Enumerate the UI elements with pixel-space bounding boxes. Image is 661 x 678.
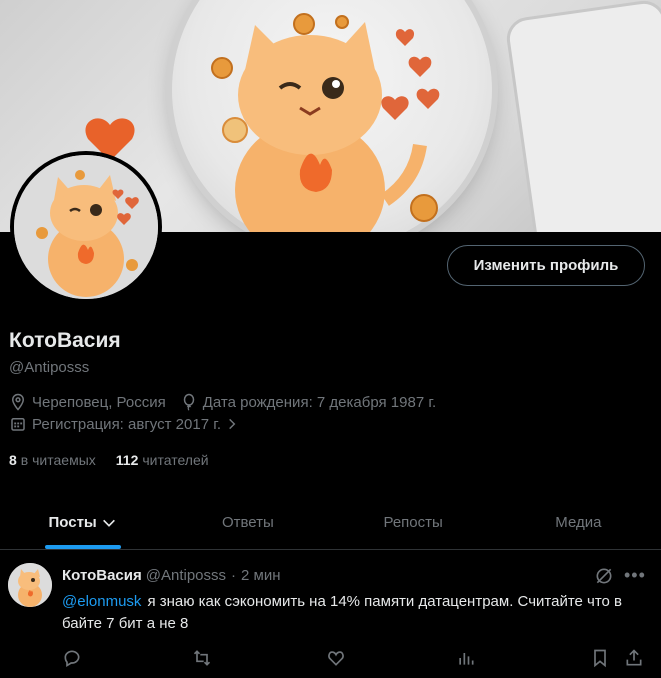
location-pin-icon [11, 393, 25, 411]
profile-location-text: Череповец, Россия [32, 393, 166, 411]
follow-stats: 8в читаемых 112 читателей [9, 452, 229, 468]
profile-handle: @Antiposss [9, 359, 90, 376]
post-item[interactable]: КотоВасия @Antiposss · 2 мин ••• @elonmu… [0, 551, 661, 678]
following-label: в читаемых [20, 452, 96, 468]
more-icon[interactable]: ••• [624, 565, 646, 586]
active-tab-indicator [44, 545, 121, 549]
post-avatar-image [8, 563, 52, 607]
post-text: я знаю как сэкономить на 14% памяти дата… [62, 593, 623, 632]
post-author-handle[interactable]: @Antiposss [146, 567, 226, 584]
profile-display-name: КотоВасия [9, 329, 121, 352]
profile-birthday: Дата рождения: 7 декабря 1987 г. [180, 393, 436, 411]
followers-link[interactable]: 112 читателей [116, 452, 209, 468]
grok-icon[interactable] [594, 566, 614, 586]
tab-media[interactable]: Медиа [496, 496, 661, 549]
post-separator: · [231, 567, 237, 584]
tab-replies[interactable]: Ответы [165, 496, 330, 549]
views-icon[interactable] [456, 648, 476, 668]
tab-reposts[interactable]: Репосты [331, 496, 496, 549]
calendar-icon [11, 418, 25, 431]
chevron-right-icon [229, 418, 236, 430]
tab-posts-label: Посты [48, 514, 97, 531]
profile-joined-text: Регистрация: август 2017 г. [32, 415, 222, 433]
profile-tabs: Посты Ответы Репосты Медиа [0, 496, 661, 550]
profile-joined[interactable]: Регистрация: август 2017 г. [9, 415, 244, 433]
post-body: @elonmusk я знаю как сэкономить на 14% па… [62, 591, 647, 635]
bookmark-icon[interactable] [590, 648, 610, 668]
profile-location: Череповец, Россия [9, 393, 166, 411]
followers-count: 112 [115, 452, 139, 468]
following-count: 8 [9, 452, 17, 468]
post-actions [62, 648, 652, 668]
post-mention-link[interactable]: @elonmusk [62, 593, 141, 610]
profile-joined-row[interactable]: Регистрация: август 2017 г. [9, 415, 258, 433]
tab-media-label: Медиа [555, 514, 602, 531]
tab-reposts-label: Репосты [383, 514, 443, 531]
chevron-down-icon [102, 519, 115, 527]
following-link[interactable]: 8в читаемых [9, 452, 96, 468]
tab-replies-label: Ответы [221, 514, 274, 531]
avatar-cat-image [14, 155, 158, 299]
followers-label: читателей [142, 452, 209, 468]
edit-profile-button[interactable]: Изменить профиль [447, 245, 645, 286]
tab-posts[interactable]: Посты [0, 496, 165, 549]
profile-birthday-text: Дата рождения: 7 декабря 1987 г. [202, 393, 437, 411]
post-time[interactable]: 2 мин [241, 567, 281, 584]
profile-avatar[interactable] [10, 151, 162, 303]
profile-meta-row: Череповец, Россия Дата рождения: 7 декаб… [9, 393, 450, 411]
repost-icon[interactable] [192, 648, 212, 668]
share-icon[interactable] [624, 648, 644, 668]
post-author-avatar[interactable] [8, 563, 52, 607]
post-author-name[interactable]: КотоВасия [62, 567, 142, 584]
reply-icon[interactable] [62, 648, 82, 668]
post-header: КотоВасия @Antiposss · 2 мин [62, 567, 281, 584]
heart-icon[interactable] [326, 648, 346, 668]
balloon-icon [183, 393, 194, 411]
